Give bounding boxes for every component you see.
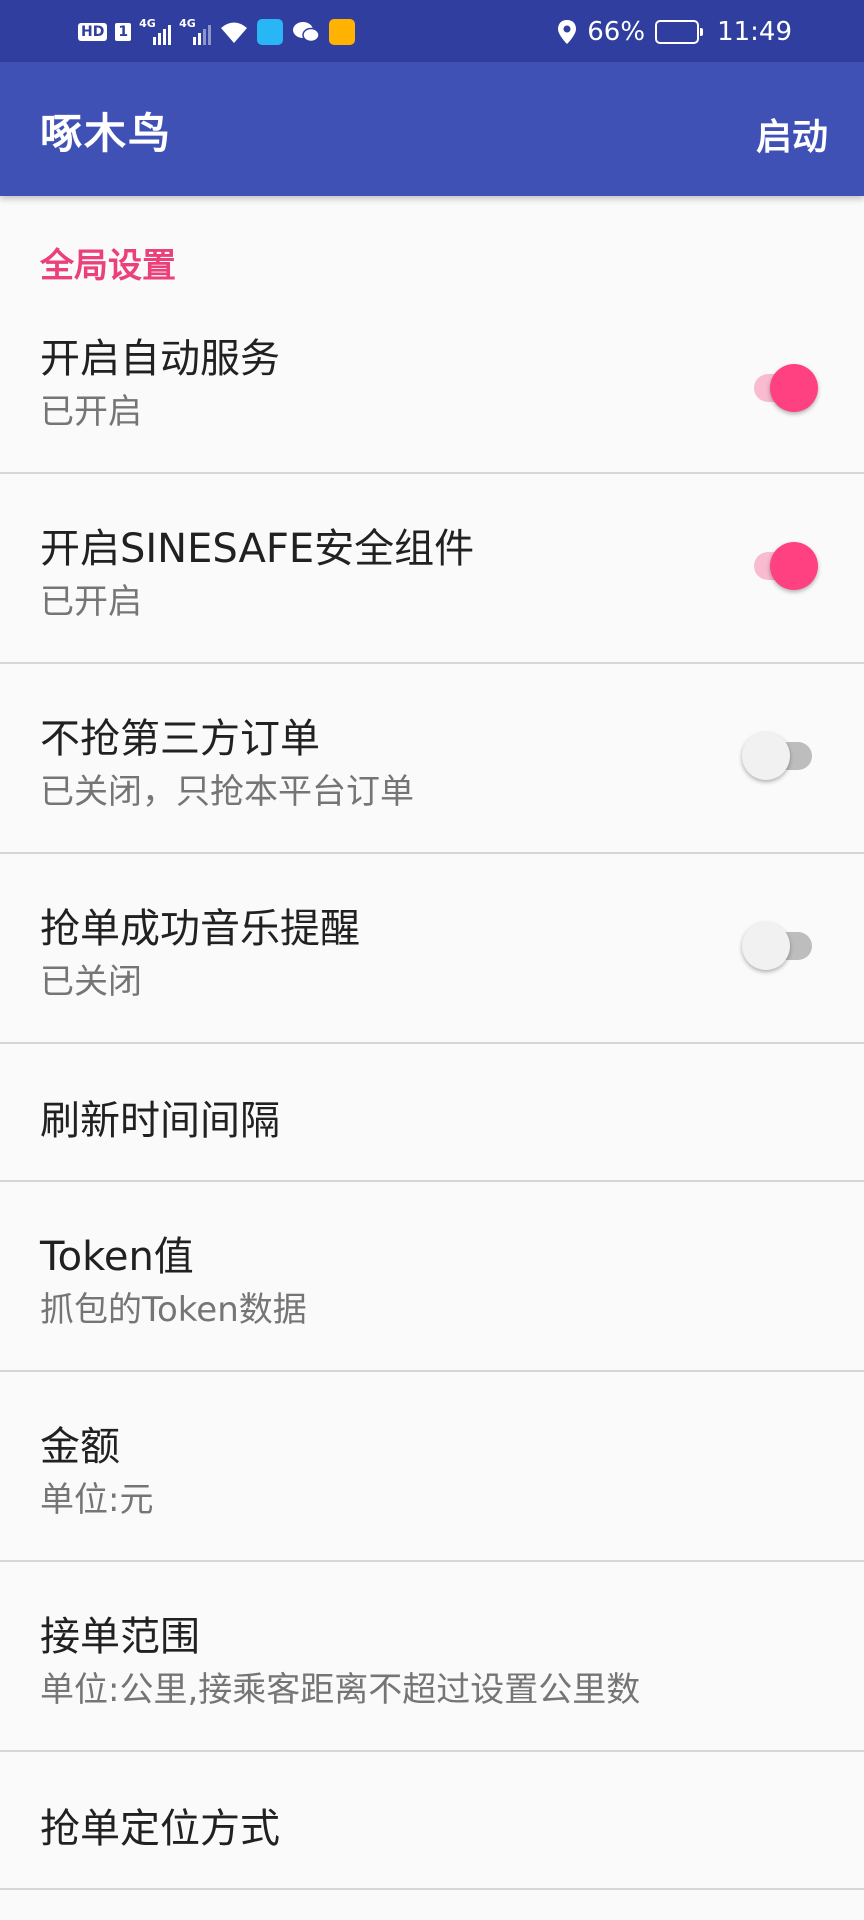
- switch-thumb: [770, 542, 818, 590]
- wechat-icon: [293, 22, 320, 43]
- status-bar-right: 66% 11:49: [557, 14, 792, 50]
- hd-voice-icon: HD: [78, 23, 108, 41]
- pref-summary: 已关闭，只抢本平台订单: [40, 772, 414, 812]
- pref-title: 金额: [40, 1424, 120, 1470]
- auto-service-switch[interactable]: [746, 364, 818, 412]
- switch-thumb: [770, 364, 818, 412]
- pref-title: 不抢第三方订单: [40, 716, 320, 762]
- settings-list[interactable]: 全局设置 开启自动服务 已开启 开启SINESAFE安全组件 已开启 不抢第三方…: [0, 196, 864, 1920]
- pref-token[interactable]: Token值 抓包的Token数据: [0, 1182, 864, 1372]
- pref-title: 开启自动服务: [40, 336, 280, 382]
- pref-summary: 已开启: [40, 392, 142, 432]
- pref-summary: 抓包的Token数据: [40, 1290, 307, 1330]
- swim-app-notification-icon: [257, 19, 284, 45]
- network-type-2: 4G: [179, 17, 196, 30]
- pref-third-party-orders[interactable]: 不抢第三方订单 已关闭，只抢本平台订单: [0, 664, 864, 854]
- pref-title: 抢单成功音乐提醒: [40, 906, 360, 952]
- third-party-orders-switch[interactable]: [742, 732, 818, 780]
- section-header-global: 全局设置: [40, 246, 176, 286]
- cell-signal-1-icon: 4G: [139, 17, 172, 45]
- pref-summary: 单位:元: [40, 1480, 154, 1520]
- app-title: 啄木鸟: [40, 109, 173, 158]
- diamond-app-notification-icon: [329, 19, 356, 45]
- pref-title: 开启SINESAFE安全组件: [40, 526, 475, 572]
- pref-title: 刷新时间间隔: [40, 1098, 280, 1144]
- switch-thumb: [742, 732, 790, 780]
- pref-pickup-range[interactable]: 接单范围 单位:公里,接乘客距离不超过设置公里数: [0, 1562, 864, 1752]
- status-bar: HD 1 4G 4G 66% 11:49: [0, 0, 864, 62]
- status-bar-left: HD 1 4G 4G: [78, 14, 356, 50]
- battery-percent: 66%: [587, 17, 646, 47]
- start-button[interactable]: 启动: [750, 104, 834, 164]
- pref-sinesafe[interactable]: 开启SINESAFE安全组件 已开启: [0, 474, 864, 664]
- pref-success-music[interactable]: 抢单成功音乐提醒 已关闭: [0, 854, 864, 1044]
- pref-refresh-interval[interactable]: 刷新时间间隔: [0, 1044, 864, 1182]
- sim-slot-icon: 1: [115, 23, 132, 41]
- pref-title: Token值: [40, 1234, 194, 1280]
- pref-title: 接单范围: [40, 1614, 200, 1660]
- pref-auto-service[interactable]: 开启自动服务 已开启: [0, 300, 864, 474]
- network-type-1: 4G: [139, 17, 156, 30]
- pref-summary: 已关闭: [40, 962, 142, 1002]
- pref-amount[interactable]: 金额 单位:元: [0, 1372, 864, 1562]
- cell-signal-2-icon: 4G: [179, 17, 212, 45]
- success-music-switch[interactable]: [742, 922, 818, 970]
- pref-summary: 单位:公里,接乘客距离不超过设置公里数: [40, 1670, 641, 1710]
- app-bar: 啄木鸟 启动: [0, 62, 864, 196]
- pref-summary: 已开启: [40, 582, 142, 622]
- wifi-icon: [221, 22, 248, 43]
- pref-title: 抢单定位方式: [40, 1806, 280, 1852]
- pref-location-mode[interactable]: 抢单定位方式: [0, 1752, 864, 1890]
- battery-icon: [655, 20, 704, 44]
- clock: 11:49: [717, 17, 792, 47]
- switch-thumb: [742, 922, 790, 970]
- location-icon: [558, 20, 577, 44]
- sinesafe-switch[interactable]: [746, 542, 818, 590]
